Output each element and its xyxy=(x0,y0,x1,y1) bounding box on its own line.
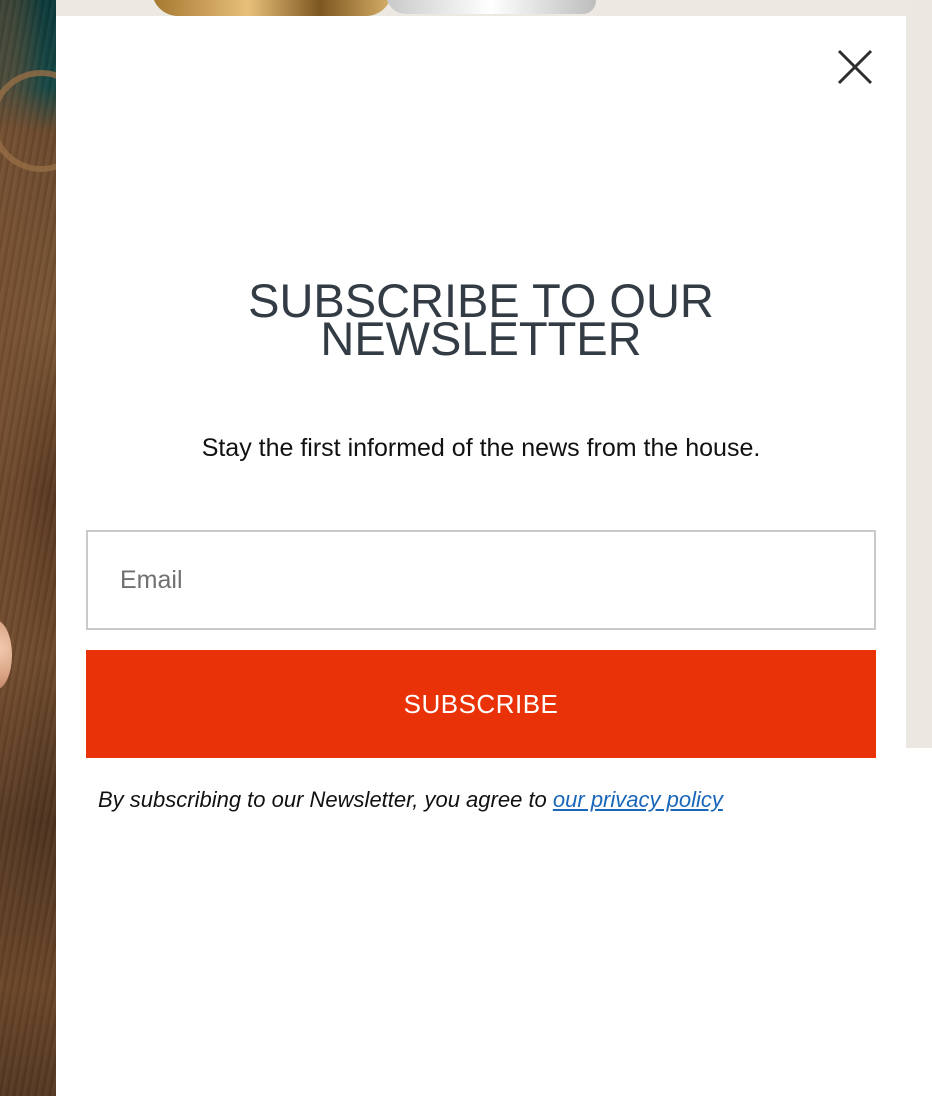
newsletter-modal: SUBSCRIBE TO OUR NEWSLETTER Stay the firs… xyxy=(56,16,906,1096)
close-icon xyxy=(837,49,873,85)
legal-notice: By subscribing to our Newsletter, you ag… xyxy=(98,786,878,814)
modal-title-line-2: NEWSLETTER xyxy=(320,312,642,365)
legal-text: By subscribing to our Newsletter, you ag… xyxy=(98,787,553,812)
background-photo-top xyxy=(56,0,932,16)
email-input[interactable] xyxy=(86,530,876,630)
silver-jewelry-shape xyxy=(386,0,596,14)
subscribe-button[interactable]: SUBSCRIBE xyxy=(86,650,876,758)
background-photo-left xyxy=(0,0,92,1096)
background-photo-right xyxy=(906,0,932,748)
privacy-policy-link[interactable]: our privacy policy xyxy=(553,787,723,812)
modal-title: SUBSCRIBE TO OUR NEWSLETTER xyxy=(56,277,906,362)
gold-jewelry-shape xyxy=(152,0,392,16)
close-button[interactable] xyxy=(834,46,876,88)
page: SUBSCRIBE TO OUR NEWSLETTER Stay the firs… xyxy=(0,0,932,1096)
modal-subtitle: Stay the first informed of the news from… xyxy=(201,434,761,462)
